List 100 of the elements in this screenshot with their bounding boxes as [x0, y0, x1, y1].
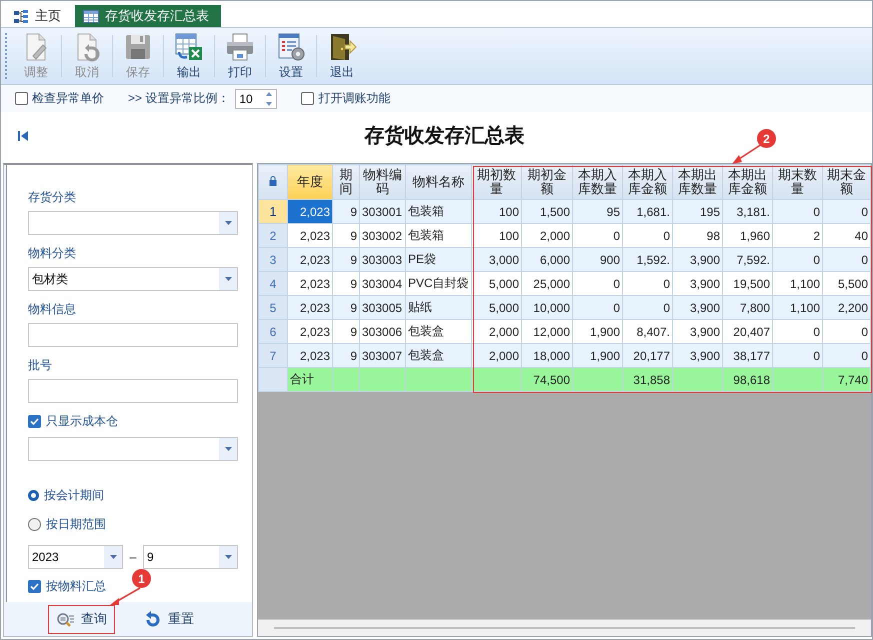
- table-cell: 2,000: [522, 224, 572, 248]
- table-cell: 1,100: [772, 272, 822, 296]
- table-cell: PVC自封袋: [406, 272, 472, 296]
- number-spinner[interactable]: 10: [235, 88, 278, 108]
- column-header[interactable]: 本期出库金额: [722, 164, 772, 200]
- table-cell: 0: [772, 200, 822, 224]
- table-cell: 2,023: [288, 320, 332, 344]
- table-cell: 303005: [360, 296, 406, 320]
- table-cell: 包装盒: [406, 344, 472, 368]
- table-cell: 5,000: [472, 296, 522, 320]
- settings-icon: [276, 32, 306, 62]
- up-down-arrows-icon: [265, 90, 274, 106]
- table-cell: 0: [772, 344, 822, 368]
- tab[interactable]: 主页: [11, 5, 69, 27]
- table-cell: 5,500: [822, 272, 870, 296]
- lock-icon: [269, 176, 277, 186]
- table-cell: 合计: [288, 368, 332, 392]
- dropdown-field[interactable]: 包材类: [28, 267, 238, 291]
- column-header[interactable]: 本期出库数量: [672, 164, 722, 200]
- checkbox-label: 打开调账功能: [318, 90, 390, 107]
- table-cell: 0: [622, 296, 672, 320]
- column-header[interactable]: 物料编码: [360, 164, 406, 200]
- table-cell: 100: [472, 200, 522, 224]
- row-header[interactable]: 2: [258, 224, 288, 248]
- table-cell: 18,000: [522, 344, 572, 368]
- horizontal-scrollbar[interactable]: [258, 619, 871, 636]
- dropdown-field[interactable]: [28, 211, 238, 235]
- table-cell: 25,000: [522, 272, 572, 296]
- table-cell: 3,900: [672, 272, 722, 296]
- field-label: 物料信息: [28, 301, 77, 317]
- input-field[interactable]: [28, 323, 238, 347]
- field-label: 批号: [28, 357, 53, 373]
- column-header[interactable]: 期初金额: [522, 164, 572, 200]
- table-cell: 0: [772, 320, 822, 344]
- toolbar-button[interactable]: 设置: [268, 30, 314, 82]
- row-header[interactable]: 7: [258, 344, 288, 368]
- table-cell: 0: [822, 344, 870, 368]
- dropdown-field[interactable]: 2023: [28, 545, 123, 569]
- checkbox-label: 检查异常单价: [32, 90, 104, 107]
- column-header[interactable]: 本期入库金额: [622, 164, 672, 200]
- magnifier-list-icon: [56, 610, 75, 628]
- table-cell: 2,023: [288, 272, 332, 296]
- toolbar-button[interactable]: 输出: [166, 30, 212, 82]
- row-header[interactable]: 1: [258, 200, 288, 224]
- first-page-icon: [17, 130, 29, 142]
- column-header[interactable]: 本期入库数量: [572, 164, 622, 200]
- table-cell: 9: [332, 272, 360, 296]
- table-cell: 195: [672, 200, 722, 224]
- toolbar-button[interactable]: 打印: [217, 30, 263, 82]
- table-cell: 3,000: [472, 248, 522, 272]
- column-header[interactable]: 期初数量: [472, 164, 522, 200]
- table-cell: 3,900: [672, 296, 722, 320]
- table-cell: 9: [332, 344, 360, 368]
- dropdown-field[interactable]: [28, 437, 238, 461]
- table-cell: 303004: [360, 272, 406, 296]
- radio-button[interactable]: [28, 518, 41, 530]
- table-cell: 0: [622, 224, 672, 248]
- column-header[interactable]: 物料名称: [406, 164, 472, 200]
- table-cell: 40: [822, 224, 870, 248]
- radio-button[interactable]: [28, 490, 39, 500]
- button[interactable]: 查询: [48, 604, 115, 634]
- table-cell: 1,900: [572, 320, 622, 344]
- table-cell: 9: [332, 200, 360, 224]
- table-cell: 3,900: [672, 320, 722, 344]
- spreadsheet-export-icon: [174, 32, 204, 62]
- radio-label: 按会计期间: [44, 488, 104, 502]
- checkbox[interactable]: [15, 92, 28, 105]
- row-header[interactable]: 4: [258, 272, 288, 296]
- table-cell: 100: [472, 224, 522, 248]
- table-cell: 0: [572, 224, 622, 248]
- table-cell: 900: [572, 248, 622, 272]
- printer-icon: [225, 32, 255, 62]
- table-cell: 8,407.: [622, 320, 672, 344]
- row-header[interactable]: 5: [258, 296, 288, 320]
- column-header[interactable]: 期末金额: [822, 164, 870, 200]
- table-cell: 包装盒: [406, 320, 472, 344]
- table-cell: 303007: [360, 344, 406, 368]
- checkbox[interactable]: [301, 92, 314, 105]
- tab[interactable]: 存货收发存汇总表: [75, 5, 221, 27]
- table-cell: 3,900: [672, 344, 722, 368]
- checkbox-label: 只显示成本仓: [46, 414, 118, 428]
- toolbar-button[interactable]: 退出: [319, 30, 365, 82]
- column-header[interactable]: 期末数量: [772, 164, 822, 200]
- checkbox[interactable]: [28, 580, 41, 592]
- checkbox[interactable]: [28, 414, 41, 428]
- table-cell: 303001: [360, 200, 406, 224]
- input-field[interactable]: [28, 379, 238, 403]
- callout-arrow: [732, 142, 764, 165]
- row-header[interactable]: 3: [258, 248, 288, 272]
- table-cell: 3,181.: [722, 200, 772, 224]
- tree-icon: [13, 8, 29, 24]
- column-header[interactable]: 期间: [332, 164, 360, 200]
- column-header[interactable]: 年度: [288, 164, 332, 200]
- button[interactable]: 重置: [135, 604, 202, 634]
- dropdown-field[interactable]: 9: [143, 545, 238, 569]
- row-header[interactable]: 6: [258, 320, 288, 344]
- table-cell: 20,407: [722, 320, 772, 344]
- table-cell: 2,023: [288, 296, 332, 320]
- table-cell: 6,000: [522, 248, 572, 272]
- table-cell: 98: [672, 224, 722, 248]
